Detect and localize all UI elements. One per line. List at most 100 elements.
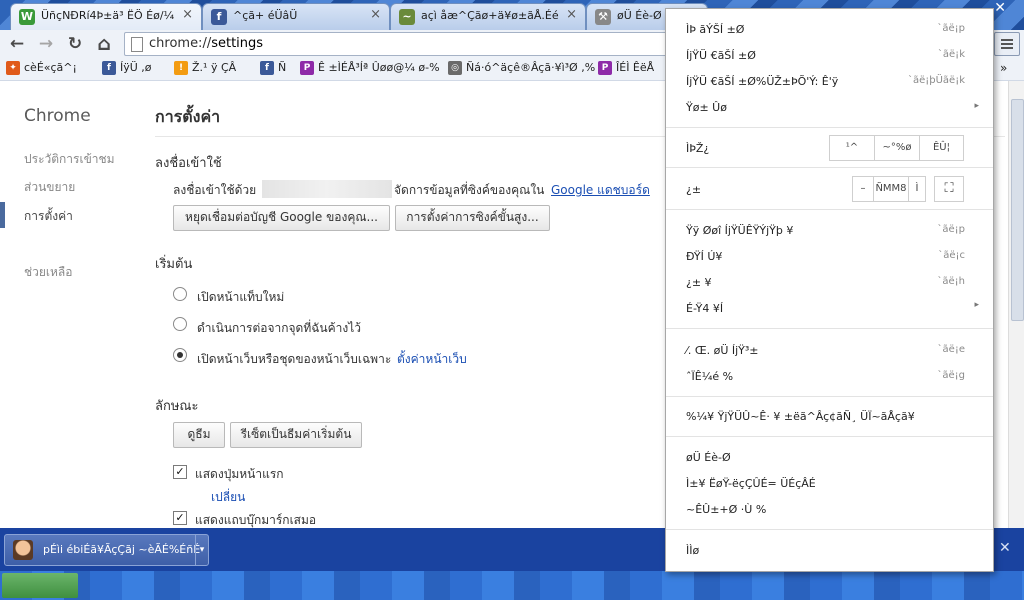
bookmark-item[interactable]: fÑ — [260, 61, 286, 77]
menu-item-edit: ¿± — [686, 183, 702, 196]
menu-icon-bar — [1001, 43, 1013, 45]
menu-item-signed-in[interactable]: %¼¥ ŸjŸÜÛ~Ê· ¥ ±ëã^Âç¢ãÑ¸ ÜÏ~ãÅçã¥ — [686, 410, 915, 423]
menu-item-find[interactable]: ÐŸÍ Ú¥ — [686, 250, 722, 263]
bookmark-label: Ê ±ÌÉÅ³Íª Ûøø@¼ ø-% — [318, 61, 440, 74]
download-shelf-close-icon[interactable]: ✕ — [999, 540, 1011, 556]
os-taskbar — [0, 571, 1024, 600]
reload-icon: ↻ — [67, 34, 83, 54]
edit-cut-button[interactable]: – — [852, 176, 874, 202]
startup-radio-continue[interactable] — [173, 317, 187, 331]
bookmarks-overflow-button[interactable]: » — [1000, 61, 1007, 77]
disconnect-account-button[interactable]: หยุดเชื่อมต่อบัญชี Google ของคุณ... — [173, 205, 390, 231]
bookmark-label: Ñá·ó^äçê®Âçã·¥ì³Ø ,% — [466, 61, 596, 74]
chrome-brand-title: Chrome — [24, 106, 91, 126]
submenu-arrow-icon: ▸ — [974, 101, 979, 111]
menu-item-print[interactable]: ¿± ¥ — [686, 276, 712, 289]
bookmark-star-icon: ✦ — [6, 61, 20, 75]
menu-item-about[interactable]: Ì±¥ ËøŸ-ëçÇÛÉ= ÜÉçÂÉ — [686, 477, 816, 490]
menu-item-new-tab[interactable]: ÌÞ ãÝŠÍ ±Ø — [686, 23, 744, 36]
url-text: chrome://settings — [149, 36, 263, 51]
advanced-sync-settings-button[interactable]: การตั้งค่าการซิงค์ขั้นสูง... — [395, 205, 550, 231]
menu-shortcut: `ãë¡k — [937, 49, 965, 60]
tab-1-favicon-icon: W — [19, 9, 35, 25]
get-themes-button[interactable]: ดูธีม — [173, 422, 225, 448]
home-button[interactable]: ⌂ — [92, 33, 116, 55]
menu-item-tools[interactable]: É-Ÿ4 ¥Í — [686, 302, 723, 315]
menu-item-history[interactable]: ⁄. Œ. øÜ ÍjŸ³± — [686, 344, 759, 357]
show-bookmarks-bar-checkbox[interactable]: ✓ — [173, 511, 187, 525]
change-home-link[interactable]: เปลี่ยน — [211, 488, 245, 507]
show-bookmarks-bar-label: แสดงแถบบุ๊กมาร์กเสมอ — [195, 513, 317, 527]
back-button[interactable]: ← — [5, 33, 29, 55]
sidebar-item-help[interactable]: ช่วยเหลือ — [24, 263, 73, 282]
bookmark-item[interactable]: ✦ cèÉ«çã^¡ — [6, 61, 77, 77]
start-button[interactable] — [2, 573, 78, 598]
menu-item-exit[interactable]: ÌÌø — [686, 544, 699, 557]
fullscreen-button[interactable]: ÊÛ¦ — [919, 135, 964, 161]
reload-button[interactable]: ↻ — [63, 33, 87, 55]
fullscreen-corners-icon[interactable]: ⛶ — [934, 176, 964, 202]
bookmark-globe-icon: ◎ — [448, 61, 462, 75]
signin-text-before: ลงชื่อเข้าใช้ด้วย — [173, 183, 257, 197]
bookmark-item[interactable]: ! Ž.¹ ÿ ÇÂ — [174, 61, 236, 77]
url-scheme: chrome:// — [149, 36, 212, 51]
menu-shortcut: `ãë¡g — [937, 370, 965, 381]
window-close-icon[interactable]: ✕ — [994, 0, 1006, 16]
scrollbar-thumb[interactable] — [1011, 99, 1024, 321]
tab-3[interactable]: ~ açì åæ^Çãø+ä¥ø±ãÅ.Ééé × — [390, 3, 586, 30]
download-item[interactable]: pÉìi ébiÉã¥ÃçÇãj ~èÃÉ%ÉñÉ ▾ — [4, 534, 209, 566]
bookmark-item[interactable]: ◎ Ñá·ó^äçê®Âçã·¥ì³Ø ,% — [448, 61, 595, 77]
show-home-button-checkbox[interactable]: ✓ — [173, 465, 187, 479]
reset-theme-button[interactable]: รีเซ็ตเป็นธีมค่าเริ่มต้น — [230, 422, 362, 448]
download-menu-chevron-icon[interactable]: ▾ — [195, 535, 208, 565]
startup-option-continue[interactable]: ดำเนินการต่อจากจุดที่ฉันค้างไว้ — [197, 319, 361, 338]
edit-paste-button[interactable]: Ì — [908, 176, 926, 202]
signin-text-after: จัดการข้อมูลที่ซิงค์ของคุณใน — [394, 183, 545, 197]
sidebar-item-settings[interactable]: การตั้งค่า — [24, 207, 73, 226]
google-dashboard-link[interactable]: Google แดชบอร์ด — [551, 181, 650, 200]
edit-copy-button[interactable]: ÑMM8 — [873, 176, 909, 202]
tab-3-title: açì åæ^Çãø+ä¥ø±ãÅ.Ééé — [421, 9, 559, 22]
bookmark-item[interactable]: P Ê ±ÌÉÅ³Íª Ûøø@¼ ø-% — [300, 61, 440, 77]
menu-item-downloads[interactable]: ˆÏÊ¼é % — [686, 370, 733, 383]
set-pages-link[interactable]: ตั้งค่าหน้าเว็บ — [397, 350, 467, 369]
sidebar-active-marker — [0, 202, 5, 228]
download-thumbnail-icon — [13, 540, 33, 560]
tab-1[interactable]: W ÜñçNÐRí4Þ±ä³ ËÖ Éø/¼1 ⁱ × — [10, 3, 202, 30]
page-scrollbar[interactable] — [1008, 81, 1024, 528]
sidebar-item-history[interactable]: ประวัติการเข้าชม — [24, 150, 115, 169]
menu-icon-bar — [1001, 39, 1013, 41]
tab-2[interactable]: f ^çã+ éÜâÜ × — [202, 3, 390, 30]
startup-option-specific-pages[interactable]: เปิดหน้าเว็บหรือชุดของหน้าเว็บเฉพาะ — [197, 350, 391, 369]
sidebar-item-extensions[interactable]: ส่วนขยาย — [24, 178, 75, 197]
forward-button[interactable]: → — [34, 33, 58, 55]
menu-shortcut: `ãë¡h — [937, 276, 965, 287]
tab-2-close-icon[interactable]: × — [370, 7, 381, 22]
tab-1-close-icon[interactable]: × — [182, 7, 193, 22]
menu-item-save-page[interactable]: Ÿÿ Øøî ÍjŸÜÊŸÝjŸþ ¥ — [686, 224, 793, 237]
menu-item-bookmarks[interactable]: Ÿø± Ûø — [686, 101, 727, 114]
menu-item-incognito-window[interactable]: ÍjŸÜ €ãŠÍ ±Ø%ÜŽ±ÞÕ'Ý: Ê'ÿ — [686, 75, 838, 88]
startup-radio-specific-pages[interactable] — [173, 348, 187, 362]
download-filename: pÉìi ébiÉã¥ÃçÇãj ~èÃÉ%ÉñÉ — [43, 543, 201, 556]
menu-item-help[interactable]: ~ÊÛ±+Ø ·Ù % — [686, 503, 766, 516]
bookmark-facebook-icon: f — [260, 61, 274, 75]
chrome-menu-button[interactable] — [994, 32, 1020, 56]
menu-shortcut: `ãë¡þÜãë¡k — [907, 75, 965, 86]
submenu-arrow-icon: ▸ — [974, 300, 979, 310]
startup-heading: เริ่มต้น — [155, 257, 193, 272]
bookmark-label: ÍÿÜ ,ø — [120, 61, 152, 74]
page-icon — [131, 37, 143, 52]
startup-radio-new-tab[interactable] — [173, 287, 187, 301]
overflow-chevron-icon: » — [1000, 61, 1008, 75]
page-title: การตั้งค่า — [155, 107, 221, 126]
tab-3-close-icon[interactable]: × — [566, 7, 577, 22]
zoom-out-button[interactable]: ¹^ — [829, 135, 875, 161]
menu-separator — [666, 209, 993, 210]
bookmark-item[interactable]: f ÍÿÜ ,ø — [102, 61, 152, 77]
menu-item-new-window[interactable]: ÍjŸÜ €ãŠÍ ±Ø — [686, 49, 756, 62]
bookmark-label: Ž.¹ ÿ ÇÂ — [192, 61, 237, 74]
startup-option-new-tab[interactable]: เปิดหน้าแท็บใหม่ — [197, 288, 284, 307]
menu-item-settings[interactable]: øÜ Éè-Ø — [686, 451, 731, 464]
bookmark-item[interactable]: P ÎÉÌ ÊëÅ — [598, 61, 654, 77]
